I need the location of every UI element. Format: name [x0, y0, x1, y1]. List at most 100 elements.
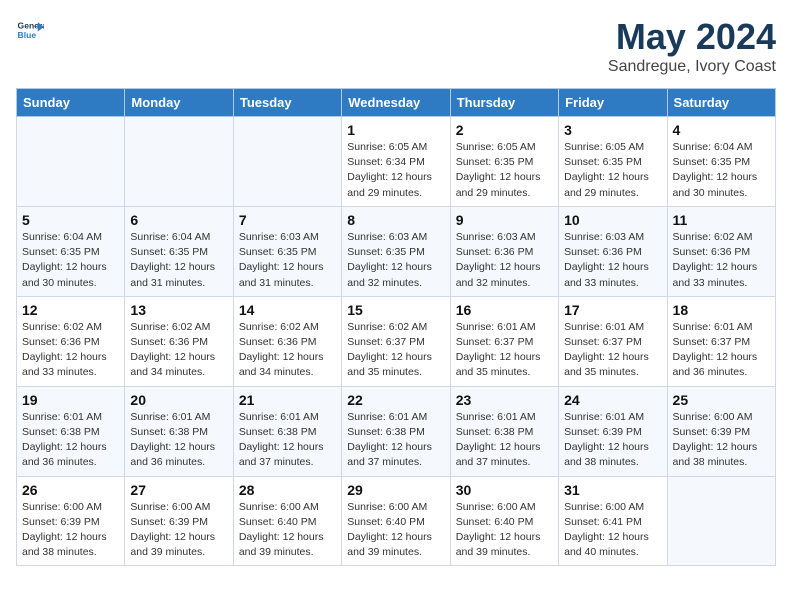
- day-number: 27: [130, 482, 227, 498]
- table-row: 19 Sunrise: 6:01 AMSunset: 6:38 PMDayligh…: [17, 386, 125, 476]
- day-info: Sunrise: 6:04 AMSunset: 6:35 PMDaylight:…: [673, 140, 770, 201]
- header-monday: Monday: [125, 89, 233, 117]
- day-number: 15: [347, 302, 444, 318]
- day-number: 7: [239, 212, 336, 228]
- day-number: 31: [564, 482, 661, 498]
- title-block: May 2024 Sandregue, Ivory Coast: [608, 16, 776, 76]
- table-row: 2 Sunrise: 6:05 AMSunset: 6:35 PMDaylight…: [450, 117, 558, 207]
- day-info: Sunrise: 6:01 AMSunset: 6:39 PMDaylight:…: [564, 410, 661, 471]
- calendar-week-row: 19 Sunrise: 6:01 AMSunset: 6:38 PMDayligh…: [17, 386, 776, 476]
- table-row: 22Sunrise: 6:01 AMSunset: 6:38 PMDayligh…: [342, 386, 450, 476]
- table-row: 27 Sunrise: 6:00 AMSunset: 6:39 PMDayligh…: [125, 476, 233, 566]
- table-row: 18 Sunrise: 6:01 AMSunset: 6:37 PMDayligh…: [667, 296, 775, 386]
- day-info: Sunrise: 6:01 AMSunset: 6:38 PMDaylight:…: [347, 410, 444, 471]
- day-info: Sunrise: 6:05 AMSunset: 6:35 PMDaylight:…: [564, 140, 661, 201]
- day-number: 9: [456, 212, 553, 228]
- day-info: Sunrise: 6:00 AMSunset: 6:40 PMDaylight:…: [239, 500, 336, 561]
- header-row: Sunday Monday Tuesday Wednesday Thursday…: [17, 89, 776, 117]
- table-row: 12Sunrise: 6:02 AMSunset: 6:36 PMDayligh…: [17, 296, 125, 386]
- day-info: Sunrise: 6:00 AMSunset: 6:40 PMDaylight:…: [347, 500, 444, 561]
- day-number: 29: [347, 482, 444, 498]
- table-row: [17, 117, 125, 207]
- table-row: 28 Sunrise: 6:00 AMSunset: 6:40 PMDayligh…: [233, 476, 341, 566]
- table-row: [233, 117, 341, 207]
- day-number: 21: [239, 392, 336, 408]
- table-row: 3 Sunrise: 6:05 AMSunset: 6:35 PMDaylight…: [559, 117, 667, 207]
- day-info: Sunrise: 6:05 AMSunset: 6:35 PMDaylight:…: [456, 140, 553, 201]
- day-number: 14: [239, 302, 336, 318]
- page-header: General Blue May 2024 Sandregue, Ivory C…: [16, 16, 776, 76]
- day-info: Sunrise: 6:03 AMSunset: 6:35 PMDaylight:…: [239, 230, 336, 291]
- day-number: 26: [22, 482, 119, 498]
- day-info: Sunrise: 6:01 AMSunset: 6:37 PMDaylight:…: [456, 320, 553, 381]
- table-row: 10 Sunrise: 6:03 AMSunset: 6:36 PMDayligh…: [559, 206, 667, 296]
- calendar-week-row: 5Sunrise: 6:04 AMSunset: 6:35 PMDaylight…: [17, 206, 776, 296]
- calendar-table: Sunday Monday Tuesday Wednesday Thursday…: [16, 88, 776, 566]
- day-info: Sunrise: 6:00 AMSunset: 6:41 PMDaylight:…: [564, 500, 661, 561]
- day-info: Sunrise: 6:01 AMSunset: 6:37 PMDaylight:…: [673, 320, 770, 381]
- day-info: Sunrise: 6:02 AMSunset: 6:36 PMDaylight:…: [239, 320, 336, 381]
- day-info: Sunrise: 6:01 AMSunset: 6:38 PMDaylight:…: [239, 410, 336, 471]
- day-info: Sunrise: 6:01 AMSunset: 6:38 PMDaylight:…: [456, 410, 553, 471]
- day-number: 16: [456, 302, 553, 318]
- table-row: 7 Sunrise: 6:03 AMSunset: 6:35 PMDaylight…: [233, 206, 341, 296]
- table-row: 17 Sunrise: 6:01 AMSunset: 6:37 PMDayligh…: [559, 296, 667, 386]
- calendar-title: May 2024: [608, 16, 776, 58]
- table-row: 29 Sunrise: 6:00 AMSunset: 6:40 PMDayligh…: [342, 476, 450, 566]
- day-info: Sunrise: 6:02 AMSunset: 6:36 PMDaylight:…: [673, 230, 770, 291]
- day-number: 11: [673, 212, 770, 228]
- header-sunday: Sunday: [17, 89, 125, 117]
- day-info: Sunrise: 6:00 AMSunset: 6:39 PMDaylight:…: [22, 500, 119, 561]
- day-info: Sunrise: 6:01 AMSunset: 6:37 PMDaylight:…: [564, 320, 661, 381]
- day-number: 17: [564, 302, 661, 318]
- day-number: 28: [239, 482, 336, 498]
- day-number: 23: [456, 392, 553, 408]
- table-row: 9 Sunrise: 6:03 AMSunset: 6:36 PMDaylight…: [450, 206, 558, 296]
- table-row: [125, 117, 233, 207]
- table-row: 14 Sunrise: 6:02 AMSunset: 6:36 PMDayligh…: [233, 296, 341, 386]
- table-row: 6 Sunrise: 6:04 AMSunset: 6:35 PMDaylight…: [125, 206, 233, 296]
- day-number: 2: [456, 122, 553, 138]
- table-row: 13Sunrise: 6:02 AMSunset: 6:36 PMDayligh…: [125, 296, 233, 386]
- svg-text:Blue: Blue: [18, 30, 37, 40]
- table-row: 30 Sunrise: 6:00 AMSunset: 6:40 PMDayligh…: [450, 476, 558, 566]
- table-row: 31 Sunrise: 6:00 AMSunset: 6:41 PMDayligh…: [559, 476, 667, 566]
- day-info: Sunrise: 6:02 AMSunset: 6:36 PMDaylight:…: [22, 320, 119, 381]
- table-row: 15 Sunrise: 6:02 AMSunset: 6:37 PMDayligh…: [342, 296, 450, 386]
- table-row: 21 Sunrise: 6:01 AMSunset: 6:38 PMDayligh…: [233, 386, 341, 476]
- day-number: 25: [673, 392, 770, 408]
- day-info: Sunrise: 6:01 AMSunset: 6:38 PMDaylight:…: [130, 410, 227, 471]
- header-saturday: Saturday: [667, 89, 775, 117]
- day-info: Sunrise: 6:00 AMSunset: 6:39 PMDaylight:…: [673, 410, 770, 471]
- calendar-subtitle: Sandregue, Ivory Coast: [608, 58, 776, 76]
- day-number: 6: [130, 212, 227, 228]
- table-row: [667, 476, 775, 566]
- calendar-week-row: 26 Sunrise: 6:00 AMSunset: 6:39 PMDayligh…: [17, 476, 776, 566]
- table-row: 26 Sunrise: 6:00 AMSunset: 6:39 PMDayligh…: [17, 476, 125, 566]
- day-info: Sunrise: 6:03 AMSunset: 6:36 PMDaylight:…: [456, 230, 553, 291]
- day-info: Sunrise: 6:04 AMSunset: 6:35 PMDaylight:…: [130, 230, 227, 291]
- day-number: 19: [22, 392, 119, 408]
- day-info: Sunrise: 6:04 AMSunset: 6:35 PMDaylight:…: [22, 230, 119, 291]
- day-number: 30: [456, 482, 553, 498]
- day-number: 10: [564, 212, 661, 228]
- header-thursday: Thursday: [450, 89, 558, 117]
- day-info: Sunrise: 6:00 AMSunset: 6:40 PMDaylight:…: [456, 500, 553, 561]
- day-number: 3: [564, 122, 661, 138]
- day-number: 18: [673, 302, 770, 318]
- day-info: Sunrise: 6:05 AMSunset: 6:34 PMDaylight:…: [347, 140, 444, 201]
- day-info: Sunrise: 6:00 AMSunset: 6:39 PMDaylight:…: [130, 500, 227, 561]
- table-row: 8Sunrise: 6:03 AMSunset: 6:35 PMDaylight…: [342, 206, 450, 296]
- day-number: 20: [130, 392, 227, 408]
- day-info: Sunrise: 6:03 AMSunset: 6:36 PMDaylight:…: [564, 230, 661, 291]
- table-row: 11 Sunrise: 6:02 AMSunset: 6:36 PMDayligh…: [667, 206, 775, 296]
- header-wednesday: Wednesday: [342, 89, 450, 117]
- table-row: 5Sunrise: 6:04 AMSunset: 6:35 PMDaylight…: [17, 206, 125, 296]
- day-info: Sunrise: 6:02 AMSunset: 6:36 PMDaylight:…: [130, 320, 227, 381]
- day-info: Sunrise: 6:02 AMSunset: 6:37 PMDaylight:…: [347, 320, 444, 381]
- day-info: Sunrise: 6:01 AMSunset: 6:38 PMDaylight:…: [22, 410, 119, 471]
- day-number: 24: [564, 392, 661, 408]
- header-tuesday: Tuesday: [233, 89, 341, 117]
- logo: General Blue: [16, 16, 44, 44]
- table-row: 4Sunrise: 6:04 AMSunset: 6:35 PMDaylight…: [667, 117, 775, 207]
